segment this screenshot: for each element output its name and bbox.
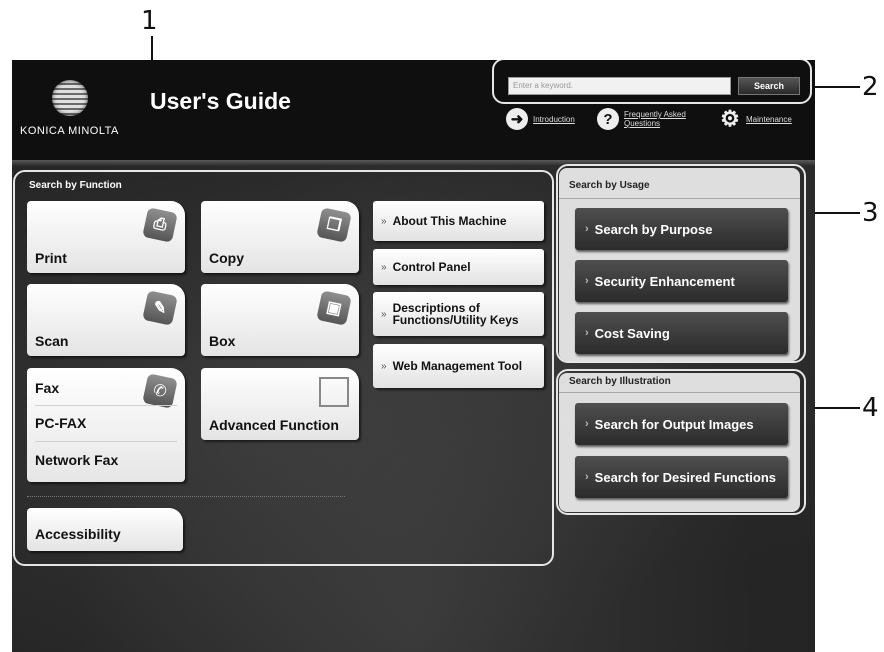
box-icon: ▣ — [316, 290, 352, 326]
pc-fax-button[interactable]: PC-FAX — [35, 415, 86, 431]
descriptions-label: Descriptions of Functions/Utility Keys — [392, 301, 519, 327]
illustration-divider — [559, 392, 800, 393]
chevron-right-icon: › — [585, 327, 589, 339]
descriptions-link[interactable]: » Descriptions of Functions/Utility Keys — [373, 292, 544, 336]
web-management-tool-link[interactable]: » Web Management Tool — [373, 344, 544, 388]
web-management-tool-label: Web Management Tool — [392, 359, 523, 373]
print-label: Print — [35, 250, 67, 266]
gear-icon: ⚙ — [720, 106, 740, 131]
scan-button[interactable]: ✎ Scan — [27, 284, 185, 356]
callout-4: 4 — [862, 393, 879, 423]
faq-link-label: Frequently Asked Questions — [624, 110, 686, 128]
network-fax-button[interactable]: Network Fax — [35, 452, 118, 468]
fax-separator — [35, 441, 177, 442]
copy-label: Copy — [209, 250, 244, 266]
advanced-function-label: Advanced Function — [209, 417, 339, 433]
introduction-link-label: Introduction — [533, 114, 575, 124]
usage-section-title: Search by Usage — [569, 180, 650, 191]
security-enhancement-button[interactable]: › Security Enhancement — [575, 260, 788, 302]
chevron-right-icon: › — [585, 471, 589, 483]
accessibility-label: Accessibility — [35, 526, 121, 542]
question-icon: ? — [597, 108, 619, 130]
search-output-images-label: Search for Output Images — [594, 416, 754, 432]
box-label: Box — [209, 333, 236, 349]
chevron-right-icon: › — [585, 223, 589, 235]
illustration-panel: Search by Illustration › Search for Outp… — [559, 373, 800, 512]
maintenance-link-label: Maintenance — [746, 114, 792, 124]
advanced-function-button[interactable]: Advanced Function — [201, 368, 359, 440]
search-output-images-button[interactable]: › Search for Output Images — [575, 403, 788, 445]
fax-icon: ✆ — [142, 373, 178, 409]
callout-2: 2 — [862, 72, 879, 102]
copy-icon: ❐ — [316, 207, 352, 243]
konica-minolta-logo-icon — [52, 80, 88, 116]
function-section-title: Search by Function — [29, 180, 122, 191]
scan-label: Scan — [35, 333, 69, 349]
accessibility-button[interactable]: Accessibility — [27, 508, 183, 551]
fax-group: ✆ Fax PC-FAX Network Fax — [27, 368, 185, 482]
chevron-right-icon: › — [585, 418, 589, 430]
cost-saving-label: Cost Saving — [594, 325, 670, 341]
chevron-right-icon: » — [381, 215, 387, 227]
illustration-section-title: Search by Illustration — [569, 376, 671, 387]
chevron-right-icon: » — [381, 308, 387, 320]
chevron-right-icon: › — [585, 275, 589, 287]
fax-button[interactable]: Fax — [35, 380, 59, 396]
users-guide-window: KONICA MINOLTA User's Guide Enter a keyw… — [12, 60, 815, 652]
box-button[interactable]: ▣ Box — [201, 284, 359, 356]
faq-link[interactable]: ? Frequently Asked Questions — [597, 108, 706, 130]
chevron-right-icon: » — [381, 261, 387, 273]
security-enhancement-label: Security Enhancement — [594, 273, 735, 289]
control-panel-label: Control Panel — [392, 260, 471, 274]
about-this-machine-link[interactable]: » About This Machine — [373, 201, 544, 241]
usage-divider — [559, 198, 800, 199]
logo-text: KONICA MINOLTA — [20, 125, 119, 137]
maintenance-link[interactable]: ⚙ Maintenance — [719, 106, 792, 131]
arrow-right-icon: ➜ — [506, 108, 528, 130]
search-region-outline — [492, 60, 812, 104]
search-desired-functions-label: Search for Desired Functions — [594, 469, 776, 485]
function-separator — [27, 496, 345, 497]
print-icon: ⎙ — [142, 207, 178, 243]
about-this-machine-label: About This Machine — [392, 214, 507, 228]
chevron-right-icon: » — [381, 360, 387, 372]
scan-icon: ✎ — [142, 290, 178, 326]
cost-saving-button[interactable]: › Cost Saving — [575, 312, 788, 354]
copy-button[interactable]: ❐ Copy — [201, 201, 359, 273]
fax-separator — [35, 405, 177, 406]
search-by-purpose-button[interactable]: › Search by Purpose — [575, 208, 788, 250]
print-button[interactable]: ⎙ Print — [27, 201, 185, 273]
search-by-purpose-label: Search by Purpose — [594, 221, 713, 237]
usage-panel: Search by Usage › Search by Purpose › Se… — [559, 168, 800, 361]
callout-1: 1 — [141, 6, 158, 36]
control-panel-link[interactable]: » Control Panel — [373, 249, 544, 285]
search-desired-functions-button[interactable]: › Search for Desired Functions — [575, 456, 788, 498]
callout-2-line — [810, 86, 860, 88]
callout-3: 3 — [862, 198, 879, 228]
introduction-link[interactable]: ➜ Introduction — [506, 108, 575, 130]
page-title: User's Guide — [150, 88, 291, 114]
advanced-function-icon — [319, 377, 349, 407]
